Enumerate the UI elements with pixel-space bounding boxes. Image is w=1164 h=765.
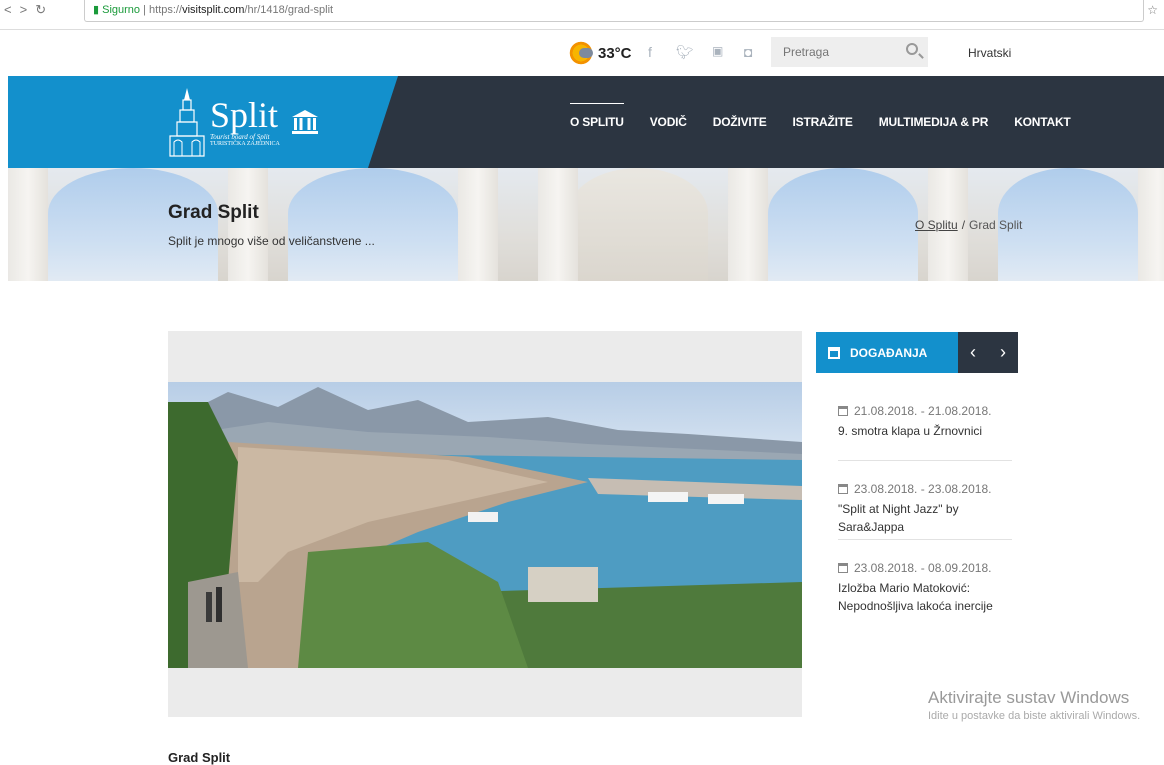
address-bar[interactable]: ▮ Sigurno | https://visitsplit.com/hr/14… bbox=[84, 0, 1144, 22]
breadcrumb: O Splitu / Grad Split bbox=[915, 218, 1022, 232]
instagram-icon[interactable]: ◘ bbox=[744, 44, 752, 60]
split-harbour-photo[interactable] bbox=[168, 382, 802, 668]
events-title-label: DOGAĐANJA bbox=[850, 345, 928, 360]
menu-item-multimedija[interactable]: MULTIMEDIJA & PR bbox=[879, 115, 989, 129]
forward-icon[interactable]: > bbox=[20, 2, 36, 17]
breadcrumb-separator: / bbox=[961, 218, 966, 232]
calendar-icon bbox=[828, 346, 840, 359]
gallery-frame bbox=[168, 331, 802, 717]
facebook-icon[interactable]: f bbox=[648, 44, 652, 60]
twitter-icon[interactable]: 🐦︎ bbox=[676, 44, 694, 61]
page-title: Grad Split bbox=[168, 202, 259, 223]
reload-icon[interactable]: ↻ bbox=[35, 2, 54, 17]
windows-activation-watermark: Aktivirajte sustav Windows Idite u posta… bbox=[928, 688, 1140, 722]
menu-item-dozivite[interactable]: DOŽIVITE bbox=[713, 115, 767, 129]
menu-item-kontakt[interactable]: KONTAKT bbox=[1014, 115, 1071, 129]
top-utility-bar: 33°C f 🐦︎ ▣ ◘ Hrvatski bbox=[0, 30, 1164, 76]
logo-wordmark: Split Tourist board of Split TURISTIČKA … bbox=[210, 97, 280, 147]
event-item[interactable]: 23.08.2018. - 08.09.2018. Izložba Mario … bbox=[838, 561, 1014, 615]
event-divider bbox=[838, 539, 1012, 540]
logo-name: Split bbox=[210, 95, 279, 135]
temperature: 33°C bbox=[598, 44, 632, 62]
calendar-icon bbox=[838, 484, 848, 494]
url-host: visitsplit.com bbox=[182, 4, 245, 16]
unesco-icon bbox=[291, 110, 318, 134]
menu-item-vodic[interactable]: VODIČ bbox=[650, 115, 687, 129]
event-item[interactable]: 21.08.2018. - 21.08.2018. 9. smotra klap… bbox=[838, 404, 1014, 440]
bell-tower-icon bbox=[168, 86, 206, 158]
url-path: /hr/1418/grad-split bbox=[244, 4, 334, 16]
event-item[interactable]: 23.08.2018. - 23.08.2018. "Split at Nigh… bbox=[838, 482, 1014, 536]
language-selector[interactable]: Hrvatski bbox=[968, 46, 1011, 60]
watermark-line-1: Aktivirajte sustav Windows bbox=[928, 688, 1130, 707]
events-title: DOGAĐANJA bbox=[816, 332, 958, 373]
events-header: DOGAĐANJA ‹ › bbox=[816, 332, 1018, 373]
menu-item-istrazite[interactable]: ISTRAŽITE bbox=[793, 115, 853, 129]
browser-bar: <>↻ ▮ Sigurno | https://visitsplit.com/h… bbox=[0, 0, 1164, 30]
search-input[interactable] bbox=[771, 37, 891, 67]
url-prefix: https:// bbox=[149, 4, 183, 16]
event-title: "Split at Night Jazz" by Sara&Jappa bbox=[838, 502, 959, 534]
page-subtitle: Split je mnogo više od veličanstvene ... bbox=[168, 234, 375, 248]
menu-item-o-splitu[interactable]: O SPLITU bbox=[570, 103, 624, 129]
breadcrumb-link-o-splitu[interactable]: O Splitu bbox=[915, 218, 958, 232]
breadcrumb-current: Grad Split bbox=[969, 218, 1023, 232]
lock-icon: ▮ bbox=[93, 4, 100, 16]
logo-tagline-2: TURISTIČKA ZAJEDNICA bbox=[210, 141, 280, 147]
event-divider bbox=[838, 460, 1012, 461]
bookmark-star-icon[interactable]: ☆ bbox=[1147, 3, 1158, 17]
calendar-icon bbox=[838, 406, 848, 416]
events-prev-icon[interactable]: ‹ bbox=[970, 342, 976, 363]
search-icon[interactable] bbox=[906, 43, 918, 55]
browser-nav: <>↻ bbox=[4, 2, 54, 18]
event-date-text: 21.08.2018. - 21.08.2018. bbox=[854, 404, 992, 418]
site-logo[interactable]: Split Tourist board of Split TURISTIČKA … bbox=[168, 82, 320, 162]
event-date: 23.08.2018. - 08.09.2018. bbox=[838, 561, 1014, 575]
logo-tagline: Tourist board of Split bbox=[210, 133, 270, 141]
weather-widget: 33°C bbox=[568, 40, 632, 66]
secure-label: Sigurno bbox=[102, 4, 141, 16]
weather-sun-icon bbox=[568, 40, 594, 66]
event-date: 23.08.2018. - 23.08.2018. bbox=[838, 482, 1014, 496]
event-title: Izložba Mario Matoković: Nepodnošljiva l… bbox=[838, 581, 993, 613]
content-title: Grad Split bbox=[168, 750, 231, 765]
calendar-icon bbox=[838, 563, 848, 573]
youtube-icon[interactable]: ▣ bbox=[712, 44, 723, 58]
event-date-text: 23.08.2018. - 23.08.2018. bbox=[854, 482, 992, 496]
watermark-line-2: Idite u postavke da biste aktivirali Win… bbox=[928, 710, 1141, 722]
events-next-icon[interactable]: › bbox=[1000, 342, 1006, 363]
back-icon[interactable]: < bbox=[4, 2, 20, 17]
site-header: Split Tourist board of Split TURISTIČKA … bbox=[8, 76, 1164, 168]
hero-banner: Grad Split Split je mnogo više od veliča… bbox=[8, 168, 1164, 281]
events-nav: ‹ › bbox=[958, 332, 1018, 373]
event-title: 9. smotra klapa u Žrnovnici bbox=[838, 424, 983, 438]
event-date-text: 23.08.2018. - 08.09.2018. bbox=[854, 561, 992, 575]
main-menu: O SPLITU VODIČ DOŽIVITE ISTRAŽITE MULTIM… bbox=[570, 76, 1097, 168]
event-date: 21.08.2018. - 21.08.2018. bbox=[838, 404, 1014, 418]
search-box bbox=[771, 37, 928, 67]
